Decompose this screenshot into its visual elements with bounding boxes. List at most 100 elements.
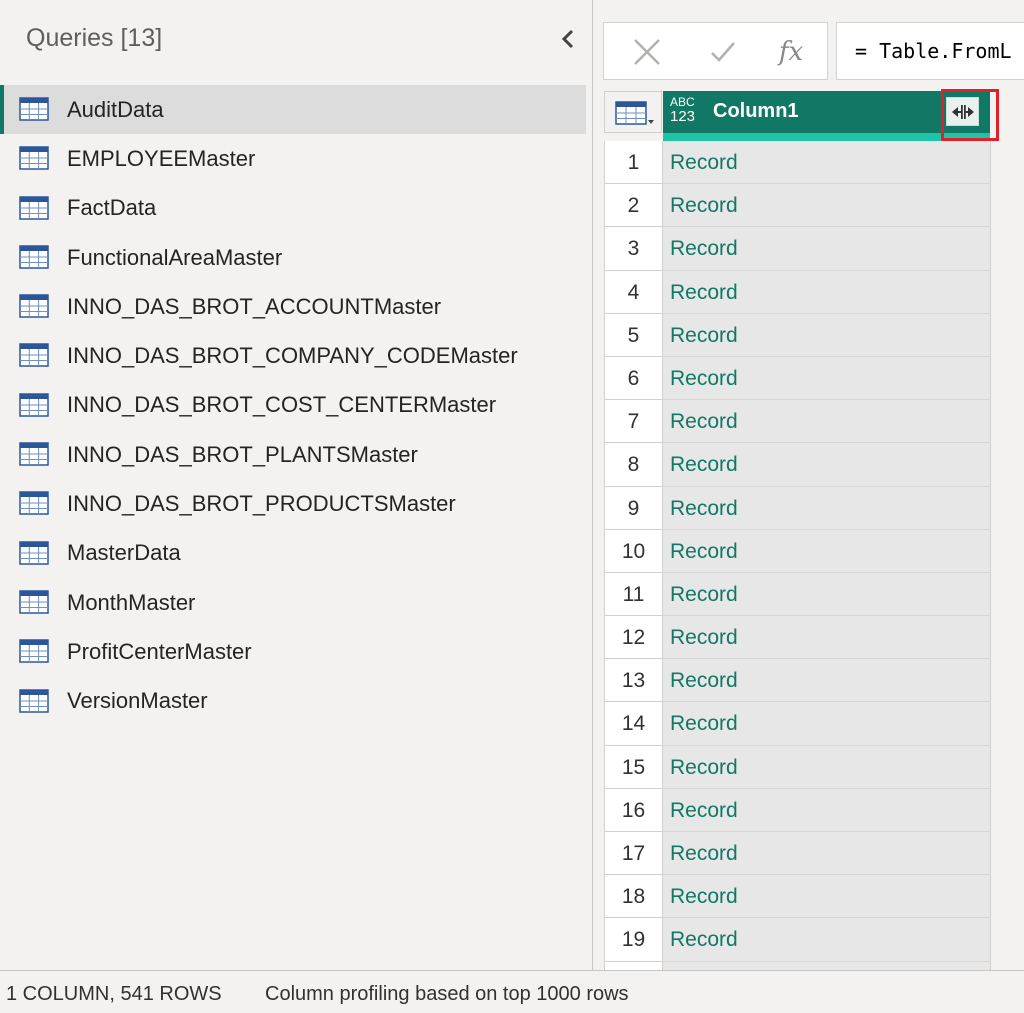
- query-label: VersionMaster: [67, 688, 208, 714]
- record-cell[interactable]: Record: [663, 745, 991, 789]
- record-cell[interactable]: Record: [663, 659, 991, 703]
- query-label: INNO_DAS_BROT_COMPANY_CODEMaster: [67, 343, 518, 369]
- row-number[interactable]: 11: [604, 572, 663, 617]
- expand-record-icon: [951, 104, 974, 119]
- query-label: FunctionalAreaMaster: [67, 244, 283, 270]
- record-cell[interactable]: Record: [663, 184, 991, 228]
- query-label: FactData: [67, 195, 157, 221]
- record-cell[interactable]: Record: [663, 572, 991, 617]
- row-number[interactable]: 16: [604, 788, 663, 832]
- commit-button[interactable]: [706, 35, 740, 69]
- query-label: ProfitCenterMaster: [67, 638, 252, 664]
- type-icon-top: ABC: [670, 95, 695, 109]
- row-number[interactable]: 8: [604, 443, 663, 487]
- row-number[interactable]: 3: [604, 227, 663, 271]
- table-row: 19 Record: [604, 918, 991, 962]
- query-item[interactable]: INNO_DAS_BROT_PLANTSMaster: [0, 430, 586, 479]
- query-item[interactable]: INNO_DAS_BROT_PRODUCTSMaster: [0, 479, 586, 528]
- record-cell[interactable]: Record: [663, 270, 991, 314]
- fx-icon: fx: [778, 37, 804, 67]
- query-item[interactable]: AuditData: [0, 85, 586, 135]
- query-list: AuditData EMPLOYEEMaster FactData Functiona…: [0, 85, 593, 726]
- table-icon: [19, 146, 49, 171]
- table-icon: [19, 393, 49, 418]
- table-menu-button[interactable]: [604, 91, 662, 133]
- table-row: 5 Record: [604, 313, 991, 357]
- record-cell[interactable]: Record: [663, 141, 991, 185]
- insert-function-button[interactable]: fx: [774, 35, 808, 69]
- table-row: 18 Record: [604, 875, 991, 919]
- query-item[interactable]: MasterData: [0, 529, 586, 578]
- row-number[interactable]: 7: [604, 400, 663, 444]
- row-number[interactable]: 14: [604, 702, 663, 746]
- formula-input[interactable]: = Table.FromL: [836, 22, 1024, 80]
- expand-record-button[interactable]: [946, 97, 979, 126]
- query-item[interactable]: FunctionalAreaMaster: [0, 233, 586, 282]
- table-row: 1 Record: [604, 141, 991, 185]
- table-icon: [19, 97, 49, 122]
- table-row: 17 Record: [604, 832, 991, 876]
- query-item[interactable]: EMPLOYEEMaster: [0, 134, 586, 183]
- table-row: 10 Record: [604, 529, 991, 573]
- record-cell[interactable]: Record: [663, 486, 991, 530]
- table-icon: [19, 540, 49, 566]
- row-number[interactable]: 6: [604, 356, 663, 401]
- row-number[interactable]: 18: [604, 875, 663, 919]
- row-number[interactable]: 9: [604, 486, 663, 530]
- record-cell[interactable]: Record: [663, 702, 991, 746]
- table-icon: [19, 590, 49, 615]
- table-row: 8 Record: [604, 443, 991, 487]
- table-row: 2 Record: [604, 184, 991, 228]
- record-cell[interactable]: Record: [663, 616, 991, 660]
- query-item[interactable]: INNO_DAS_BROT_COMPANY_CODEMaster: [0, 331, 586, 380]
- table-row: 7 Record: [604, 400, 991, 444]
- record-cell[interactable]: Record: [663, 875, 991, 919]
- query-item[interactable]: VersionMaster: [0, 677, 586, 726]
- status-profiling[interactable]: Column profiling based on top 1000 rows: [265, 983, 629, 1006]
- query-item[interactable]: INNO_DAS_BROT_COST_CENTERMaster: [0, 381, 586, 430]
- row-number[interactable]: 13: [604, 659, 663, 703]
- table-icon: [19, 294, 49, 319]
- status-bar: 1 COLUMN, 541 ROWS Column profiling base…: [0, 970, 1024, 1013]
- table-row: 14 Record: [604, 702, 991, 746]
- record-cell[interactable]: Record: [663, 400, 991, 444]
- record-cell[interactable]: Record: [663, 918, 991, 962]
- table-icon: [19, 491, 49, 516]
- collapse-queries-button[interactable]: [554, 24, 582, 54]
- row-number[interactable]: 12: [604, 616, 663, 660]
- data-grid-rows: 1 Record 2 Record 3 Record 4 Record 5 Record 6 Reco…: [604, 141, 991, 962]
- record-cell[interactable]: Record: [663, 227, 991, 271]
- record-cell[interactable]: Record: [663, 788, 991, 832]
- record-cell[interactable]: Record: [663, 356, 991, 401]
- row-number[interactable]: 4: [604, 270, 663, 314]
- queries-pane: Queries [13] AuditData EMPLOYEEMaster Fact…: [0, 0, 593, 970]
- row-number[interactable]: 19: [604, 918, 663, 962]
- row-number[interactable]: 5: [604, 313, 663, 357]
- row-number[interactable]: 10: [604, 529, 663, 573]
- query-item[interactable]: INNO_DAS_BROT_ACCOUNTMaster: [0, 282, 586, 331]
- any-type-icon[interactable]: ABC 123: [670, 96, 704, 128]
- record-cell[interactable]: Record: [663, 529, 991, 573]
- column-name: Column1: [713, 100, 799, 122]
- query-item[interactable]: ProfitCenterMaster: [0, 627, 586, 676]
- query-item[interactable]: MonthMaster: [0, 578, 586, 627]
- row-number[interactable]: 1: [604, 141, 663, 185]
- row-number[interactable]: 2: [604, 184, 663, 228]
- query-label: MonthMaster: [67, 589, 196, 615]
- query-label: INNO_DAS_BROT_PLANTSMaster: [67, 441, 418, 467]
- table-row: 15 Record: [604, 745, 991, 789]
- query-label: MasterData: [67, 540, 181, 566]
- collapse-chevron-icon: [561, 29, 574, 49]
- query-label: EMPLOYEEMaster: [67, 145, 256, 171]
- record-cell[interactable]: Record: [663, 443, 991, 487]
- query-item[interactable]: FactData: [0, 184, 586, 233]
- type-icon-bottom: 123: [670, 108, 696, 125]
- row-number[interactable]: 15: [604, 745, 663, 789]
- column1-header[interactable]: ABC 123 Column1: [663, 91, 990, 133]
- table-row: 3 Record: [604, 227, 991, 271]
- cancel-button[interactable]: [630, 35, 664, 69]
- table-icon: [19, 442, 49, 467]
- record-cell[interactable]: Record: [663, 313, 991, 357]
- row-number[interactable]: 17: [604, 832, 663, 876]
- record-cell[interactable]: Record: [663, 832, 991, 876]
